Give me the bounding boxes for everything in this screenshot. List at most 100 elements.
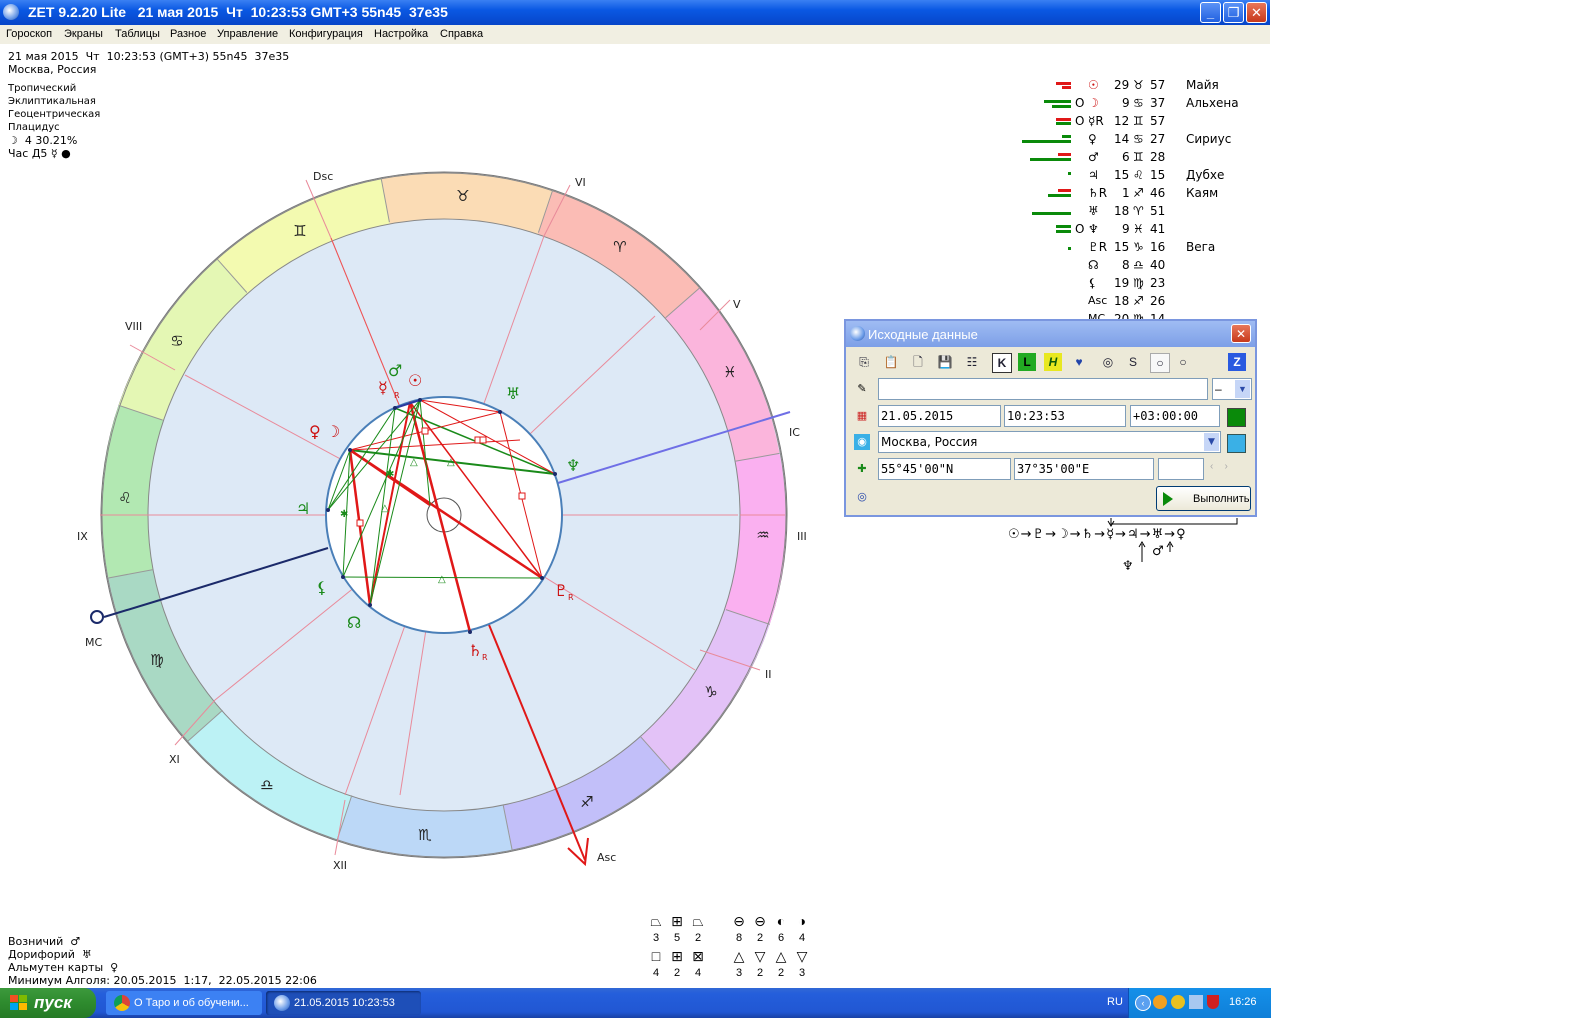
- shield-icon[interactable]: [1207, 995, 1219, 1009]
- stat-glyph: ◐: [776, 913, 786, 929]
- house-iii: III: [797, 530, 807, 543]
- latitude-field[interactable]: 55°45'00"N: [878, 458, 1011, 480]
- map-icon[interactable]: [1227, 434, 1246, 453]
- menu-settings[interactable]: Настройка: [374, 28, 428, 40]
- setting-house-system: Плацидус: [8, 122, 60, 133]
- stat-count: 2: [673, 967, 681, 979]
- table-row[interactable]: MC 20 ♍ 14: [1000, 311, 1270, 319]
- language-indicator[interactable]: RU: [1107, 996, 1123, 1008]
- copy-icon[interactable]: ⎘: [855, 353, 873, 371]
- s-icon[interactable]: S: [1124, 353, 1142, 371]
- table-row[interactable]: O ♆ 9 ♓ 41: [1000, 221, 1270, 239]
- network-icon[interactable]: [1189, 995, 1203, 1009]
- dialog-title-bar[interactable]: Исходные данные ✕: [846, 321, 1255, 347]
- l-button[interactable]: L: [1018, 353, 1036, 371]
- shield-icon[interactable]: ♥: [1070, 353, 1088, 371]
- z-button[interactable]: Z: [1228, 353, 1246, 371]
- center-circle: [426, 497, 462, 533]
- dialog-close-button[interactable]: ✕: [1231, 324, 1251, 343]
- place-select[interactable]: Москва, Россия ▼: [878, 431, 1221, 453]
- house-xi: XI: [169, 753, 180, 766]
- circle-small-icon[interactable]: ○: [1150, 353, 1170, 373]
- k-button[interactable]: K: [992, 353, 1012, 373]
- maximize-button[interactable]: ❐: [1223, 2, 1244, 23]
- clock[interactable]: 16:26: [1229, 996, 1257, 1008]
- taskbar: пуск О Таро и об обучени... 21.05.2015 1…: [0, 988, 1271, 1018]
- menu-configuration[interactable]: Конфигурация: [289, 28, 363, 40]
- table-row[interactable]: Asc 18 ♐ 26: [1000, 293, 1270, 311]
- new-icon[interactable]: 🗋: [909, 353, 927, 371]
- name-field[interactable]: [878, 378, 1208, 400]
- mc-marker: [90, 610, 104, 624]
- menu-tables[interactable]: Таблицы: [115, 28, 160, 40]
- table-row[interactable]: ♀ 14 ♋ 27 Сириус: [1000, 131, 1270, 149]
- run-button[interactable]: Выполнить: [1156, 486, 1251, 511]
- stat-count: 2: [756, 967, 764, 979]
- menu-help[interactable]: Справка: [440, 28, 483, 40]
- menu-control[interactable]: Управление: [217, 28, 278, 40]
- dispositor-neptune: ♆: [1122, 559, 1134, 574]
- house-xii: XII: [333, 859, 347, 872]
- circle-icon[interactable]: ○: [1174, 353, 1192, 371]
- table-row[interactable]: ♅ 18 ♈ 51: [1000, 203, 1270, 221]
- start-button[interactable]: пуск: [0, 988, 96, 1018]
- spiral-icon[interactable]: ◎: [1099, 353, 1117, 371]
- stat-count: 3: [735, 967, 743, 979]
- chevron-left-icon[interactable]: ‹: [1135, 995, 1151, 1011]
- saturn-glyph: ♄: [468, 641, 482, 660]
- table-row[interactable]: ♂ 6 ♊ 28: [1000, 149, 1270, 167]
- dialog-title: Исходные данные: [868, 327, 978, 342]
- natal-chart-wheel[interactable]: △ △ △ △ ✱ ✱ ♂ ☉ ☿ R ♅ ♀ ☽ ♆ ♃ ⚸ ☊ ♇ R ♄ …: [60, 150, 840, 880]
- time-field[interactable]: 10:23:53: [1004, 405, 1126, 427]
- menu-horoscope[interactable]: Гороскоп: [6, 28, 52, 40]
- stat-glyph: △: [733, 948, 745, 964]
- neptune-glyph: ♆: [566, 456, 580, 475]
- table-row[interactable]: O ☽ 9 ♋ 37 Альхена: [1000, 95, 1270, 113]
- date-field[interactable]: 21.05.2015: [878, 405, 1001, 427]
- menu-misc[interactable]: Разное: [170, 28, 206, 40]
- window-title: ZET 9.2.20 Lite 21 мая 2015 Чт 10:23:53 …: [28, 4, 448, 20]
- moon-glyph: ☽: [326, 422, 340, 441]
- table-row[interactable]: ♇R 15 ♑ 16 Вега: [1000, 239, 1270, 257]
- save-icon[interactable]: 💾: [936, 353, 954, 371]
- stat-glyph: ⏢: [692, 913, 704, 929]
- sign-capricorn: ♑: [704, 683, 717, 701]
- tray-app-icon[interactable]: [1171, 995, 1185, 1009]
- mercury-glyph: ☿: [378, 378, 388, 397]
- close-button[interactable]: ✕: [1246, 2, 1267, 23]
- timezone-field[interactable]: +03:00:00: [1130, 405, 1220, 427]
- prev-next-arrows[interactable]: ‹ ›: [1210, 461, 1228, 472]
- longitude-field[interactable]: 37°35'00"E: [1014, 458, 1154, 480]
- house-mc: MC: [85, 636, 102, 649]
- table-row[interactable]: O ☿R 12 ♊ 57: [1000, 113, 1270, 131]
- chart-place-info: Москва, Россия: [8, 63, 97, 76]
- task-zet[interactable]: 21.05.2015 10:23:53: [266, 991, 421, 1015]
- settings-round-icon[interactable]: ◎: [854, 489, 870, 505]
- minimize-button[interactable]: _: [1200, 2, 1221, 23]
- stat-count: 8: [735, 932, 743, 944]
- daylight-indicator[interactable]: [1227, 408, 1246, 427]
- table-row[interactable]: ⚸ 19 ♍ 23: [1000, 275, 1270, 293]
- charioteer-info: Возничий ♂: [8, 935, 81, 948]
- task-browser[interactable]: О Таро и об обучени...: [106, 991, 262, 1015]
- sign-gemini: ♊: [293, 222, 306, 240]
- tray-app-icon[interactable]: [1153, 995, 1167, 1009]
- table-row[interactable]: ☊ 8 ♎ 40: [1000, 257, 1270, 275]
- altitude-field[interactable]: [1158, 458, 1204, 480]
- menu-screens[interactable]: Экраны: [64, 28, 103, 40]
- table-row[interactable]: ♃ 15 ♌ 15 Дубхе: [1000, 167, 1270, 185]
- name-type-select[interactable]: – ▼: [1212, 378, 1252, 400]
- app-icon[interactable]: [3, 4, 19, 20]
- stat-glyph: ⊞: [671, 913, 683, 929]
- sign-virgo: ♍: [150, 651, 163, 669]
- table-row[interactable]: ♄R 1 ♐ 46 Каям: [1000, 185, 1270, 203]
- table-row[interactable]: ☉ 29 ♉ 57 Майя: [1000, 77, 1270, 95]
- stat-glyph: ⊖: [733, 913, 745, 929]
- lilith-glyph: ⚸: [316, 578, 328, 597]
- paste-icon[interactable]: 📋: [882, 353, 900, 371]
- svg-text:R: R: [568, 593, 574, 602]
- stat-count: 5: [673, 932, 681, 944]
- h-button[interactable]: H: [1044, 353, 1062, 371]
- table-icon[interactable]: ☷: [963, 353, 981, 371]
- person-icon: ✎: [857, 383, 867, 395]
